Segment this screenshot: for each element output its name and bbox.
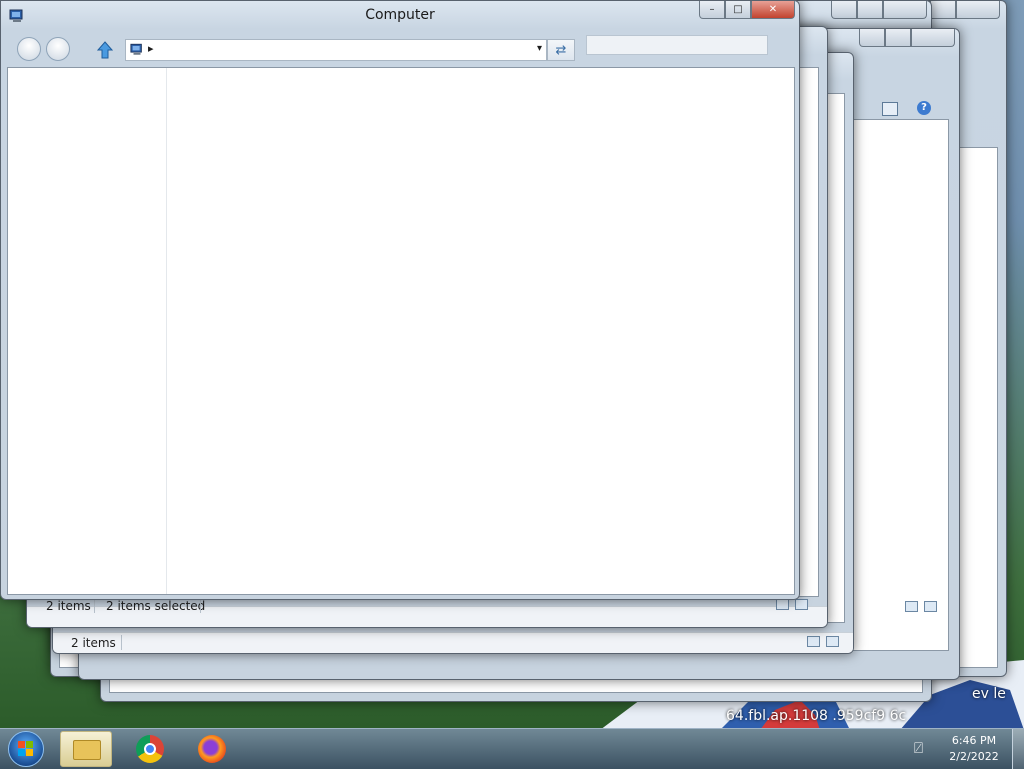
details-view-icon[interactable]: [905, 601, 918, 612]
navigation-bar: ▸ ▾ ⇄: [13, 35, 779, 63]
file-view-area[interactable]: [7, 67, 795, 595]
clock-date: 2/2/2022: [949, 750, 999, 763]
minimize-button[interactable]: –: [699, 1, 725, 19]
minimize-button[interactable]: [859, 29, 885, 47]
details-pane-icon[interactable]: [882, 102, 898, 116]
wallpaper-text: 64.fbl.ap.1108 .959cf9 6c: [726, 708, 907, 724]
computer-icon: [130, 43, 142, 55]
firefox-icon[interactable]: [198, 735, 226, 763]
preview-view-icon[interactable]: [924, 601, 937, 612]
address-dropdown-icon[interactable]: ▾: [537, 43, 542, 54]
maximize-button[interactable]: [857, 1, 883, 19]
maximize-button[interactable]: [885, 29, 911, 47]
status-item-count: 2 items: [71, 636, 116, 650]
maximize-button[interactable]: □: [725, 1, 751, 19]
help-icon[interactable]: ?: [917, 101, 931, 115]
clock[interactable]: 6:46 PM 2/2/2022: [944, 733, 1004, 765]
forward-button[interactable]: [46, 37, 70, 61]
address-bar[interactable]: ▸ ▾: [125, 39, 547, 61]
start-button[interactable]: [8, 731, 44, 767]
preview-view-icon[interactable]: [826, 636, 839, 647]
search-input[interactable]: [586, 35, 768, 55]
preview-view-icon[interactable]: [795, 599, 808, 610]
taskbar-explorer-button[interactable]: [60, 731, 112, 767]
taskbar: ⍁ 6:46 PM 2/2/2022: [0, 728, 1024, 769]
details-view-icon[interactable]: [776, 599, 789, 610]
status-selected-count: 2 items selected: [106, 599, 206, 613]
breadcrumb-arrow-icon[interactable]: ▸: [148, 42, 154, 55]
folder-icon: [73, 740, 101, 760]
chrome-icon[interactable]: [136, 735, 164, 763]
window-title: Computer: [365, 7, 435, 23]
refresh-button[interactable]: ⇄: [547, 39, 575, 61]
close-button[interactable]: [911, 29, 955, 47]
close-button[interactable]: ✕: [751, 1, 795, 19]
computer-window[interactable]: Computer – □ ✕ ▸ ▾ ⇄: [0, 0, 800, 600]
show-desktop-button[interactable]: [1012, 729, 1024, 769]
navigation-pane[interactable]: [8, 68, 167, 594]
maximize-button[interactable]: [930, 1, 956, 19]
back-button[interactable]: [17, 37, 41, 61]
minimize-button[interactable]: [831, 1, 857, 19]
details-view-icon[interactable]: [807, 636, 820, 647]
close-button[interactable]: [883, 1, 927, 19]
status-item-count: 2 items: [46, 599, 91, 613]
network-icon[interactable]: ⍁: [914, 739, 932, 757]
clock-time: 6:46 PM: [951, 734, 997, 747]
wallpaper-text-2: ev le: [972, 686, 1006, 702]
windows-logo-icon: [18, 741, 33, 756]
close-button[interactable]: [956, 1, 1000, 19]
up-arrow-icon[interactable]: [97, 41, 113, 59]
